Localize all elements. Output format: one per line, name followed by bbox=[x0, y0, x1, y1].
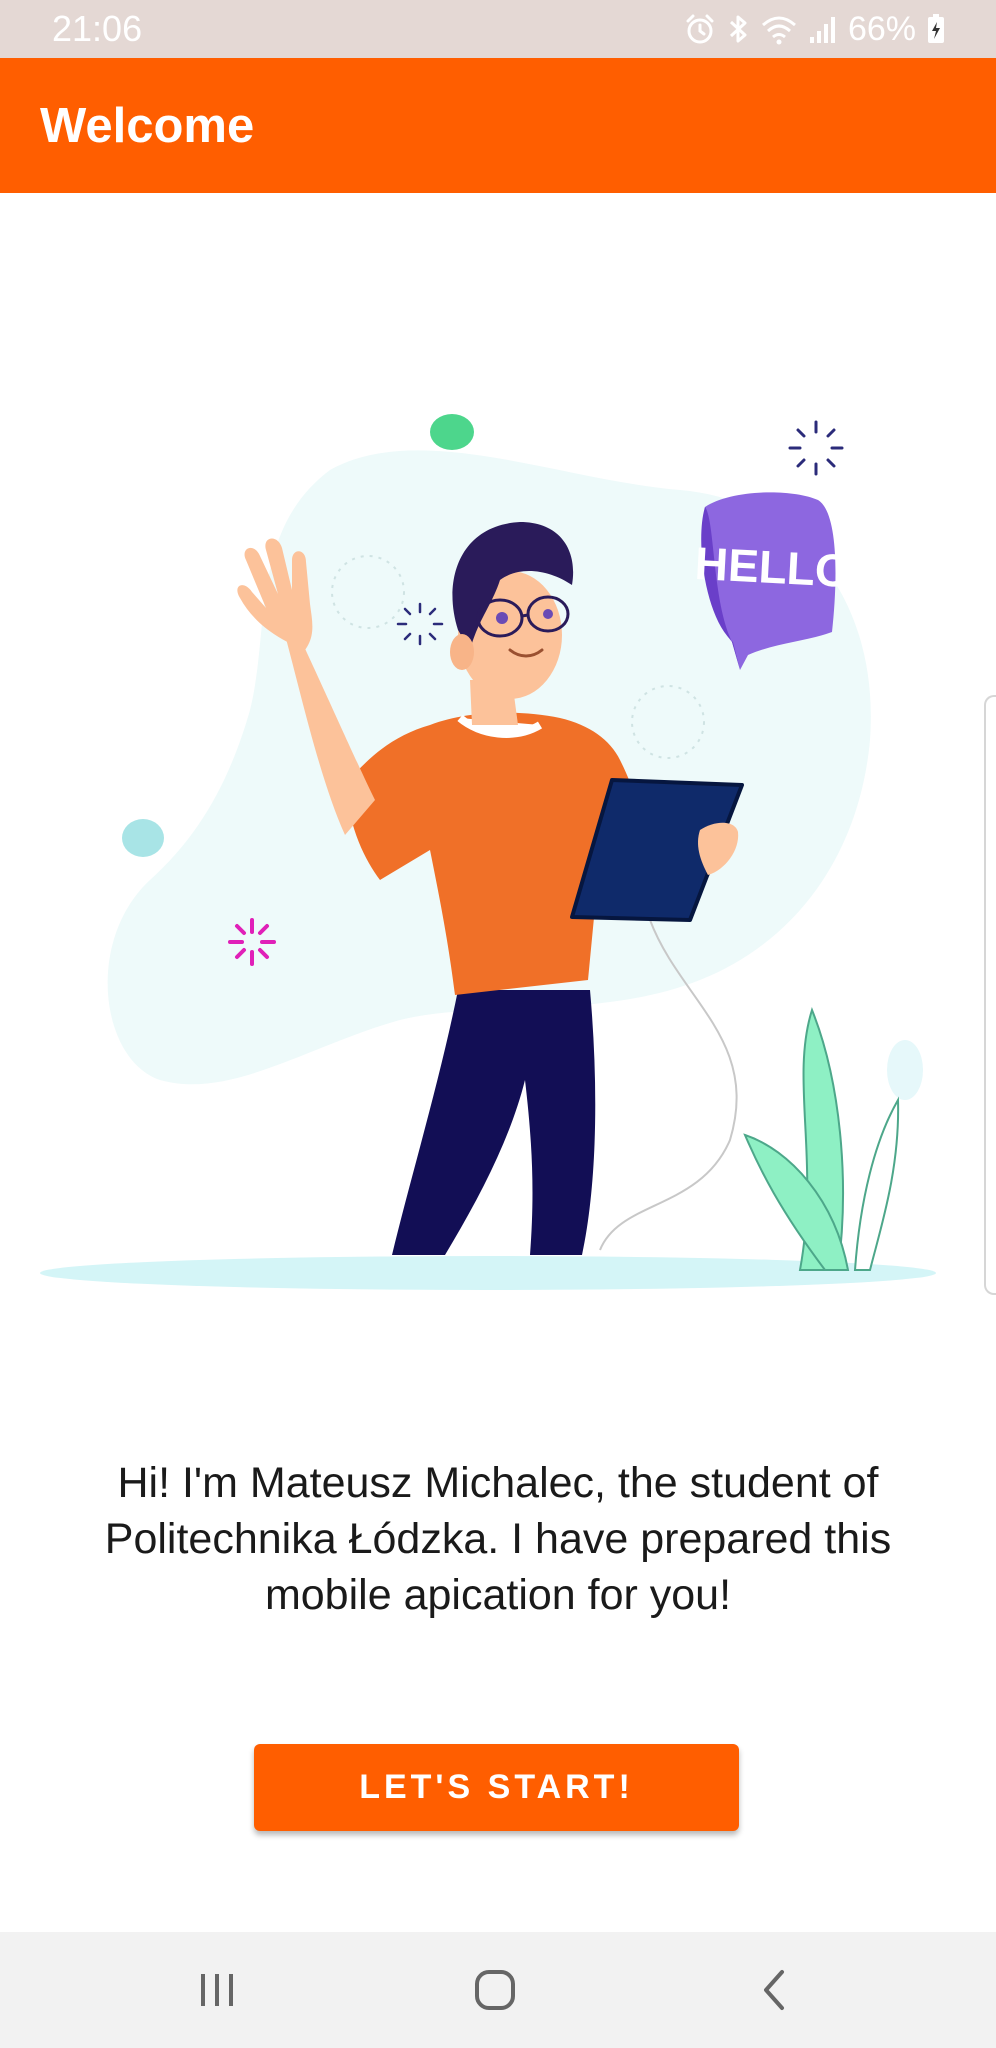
start-button[interactable]: LET'S START! bbox=[254, 1744, 739, 1831]
light-blob bbox=[887, 1040, 923, 1100]
speech-bubble-text: HELLO bbox=[694, 537, 852, 597]
app-bar-title: Welcome bbox=[40, 99, 255, 153]
app-bar: Welcome bbox=[0, 58, 996, 193]
welcome-screen: 21:06 66% Welcome HELLO Hi! I'm Mateusz … bbox=[0, 0, 996, 2048]
back-icon[interactable] bbox=[744, 1962, 804, 2018]
teal-blob bbox=[122, 819, 164, 857]
bluetooth-icon bbox=[726, 12, 750, 46]
welcome-illustration: HELLO bbox=[40, 414, 936, 1290]
alarm-icon bbox=[684, 13, 716, 45]
sparkle-navy bbox=[788, 420, 844, 476]
battery-percentage: 66% bbox=[847, 10, 916, 48]
person-legs bbox=[392, 990, 596, 1255]
plant bbox=[743, 1007, 900, 1271]
wifi-icon bbox=[760, 13, 798, 45]
status-bar: 21:06 66% bbox=[0, 0, 996, 58]
person-hand bbox=[237, 538, 313, 650]
recent-apps-icon[interactable] bbox=[187, 1962, 247, 2018]
signal-icon bbox=[808, 13, 838, 45]
edge-panel-handle[interactable] bbox=[984, 695, 996, 1295]
home-icon[interactable] bbox=[465, 1962, 525, 2018]
status-icons: 66% bbox=[684, 8, 946, 50]
welcome-message: Hi! I'm Mateusz Michalec, the student of… bbox=[104, 1459, 892, 1619]
status-time: 21:06 bbox=[52, 8, 143, 49]
green-blob bbox=[430, 414, 474, 450]
battery-icon bbox=[926, 13, 946, 45]
navigation-bar bbox=[0, 1932, 996, 2048]
